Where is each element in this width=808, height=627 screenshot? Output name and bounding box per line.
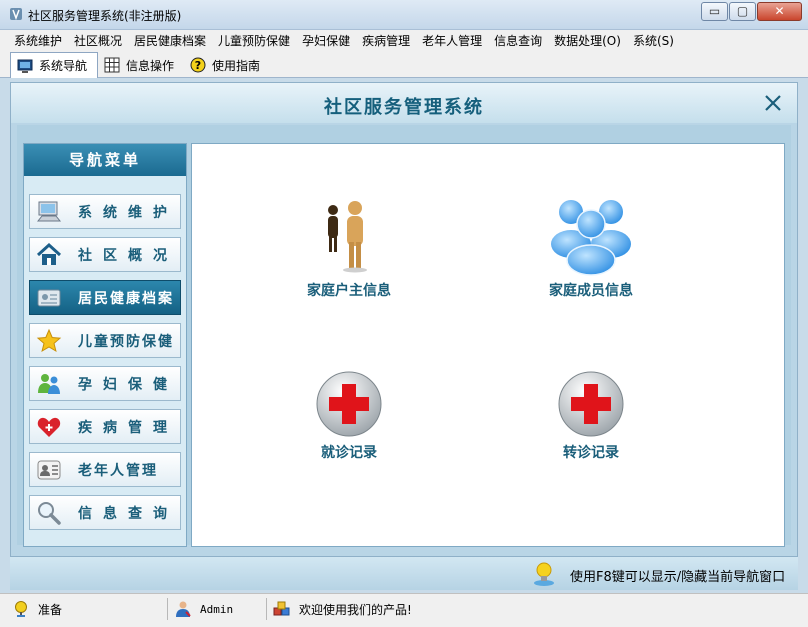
tab-user-guide[interactable]: ? 使用指南 [184,52,270,78]
status-separator [266,598,267,620]
star-icon [36,328,62,352]
menu-community-overview[interactable]: 社区概况 [68,30,128,50]
tab-info-operation[interactable]: 信息操作 [98,52,184,78]
hint-bar: 使用F8键可以显示/隐藏当前导航窗口 [10,556,798,590]
home-icon [36,242,62,265]
status-user-text: Admin [200,602,234,616]
menu-bar: 系统维护 社区概况 居民健康档案 儿童预防保健 孕妇保健 疾病管理 老年人管理 … [0,30,808,50]
maximize-button[interactable]: ▢ [729,2,756,21]
tile-householder-info[interactable]: 家庭户主信息 [274,196,424,300]
tile-visit-records[interactable]: 就诊记录 [274,370,424,462]
menu-maternal-care[interactable]: 孕妇保健 [296,30,356,50]
tile-label: 家庭成员信息 [549,283,633,299]
grid-icon [104,57,120,73]
bulb-pin-icon [15,601,27,617]
menu-disease-management[interactable]: 疾病管理 [356,30,416,50]
nav-item-info-query[interactable]: 信息查询 [29,495,181,530]
close-button[interactable]: ✕ [757,2,802,21]
people-icon [38,373,60,394]
status-state-text: 准备 [38,602,63,617]
nav-item-label: 社区概况 [78,247,178,264]
nav-item-label: 疾病管理 [78,419,178,436]
magnifier-icon [38,501,61,525]
nav-menu: 导航菜单 系统维护 社区概况 居民健康档案 儿童预防保健 孕妇保健 疾病管理 老… [23,143,187,547]
nav-item-label: 系统维护 [78,204,178,221]
computer-icon [36,201,62,221]
menu-child-care[interactable]: 儿童预防保健 [212,30,296,50]
nav-item-elderly-management[interactable]: 老年人管理 [29,452,181,487]
tile-label: 家庭户主信息 [307,283,391,299]
nav-item-community-overview[interactable]: 社区概况 [29,237,181,272]
menu-info-query[interactable]: 信息查询 [488,30,548,50]
nav-item-resident-health[interactable]: 居民健康档案 [29,280,181,315]
menu-system-maintenance[interactable]: 系统维护 [8,30,68,50]
tab-system-navigation[interactable]: 系统导航 [10,52,99,78]
householder-icon [328,201,367,273]
maximize-icon: ▢ [736,4,749,18]
panel-close-icon[interactable] [763,93,783,113]
nav-item-system-maintenance[interactable]: 系统维护 [29,194,181,229]
minimize-button[interactable]: ▭ [701,2,728,21]
nav-item-child-care[interactable]: 儿童预防保健 [29,323,181,358]
status-separator [167,598,168,620]
nav-item-label: 儿童预防保健 [78,333,174,350]
tab-label: 系统导航 [39,59,88,73]
status-bar: 准备 Admin 欢迎使用我们的产品! [0,593,808,627]
menu-system[interactable]: 系统(S) [627,30,680,50]
status-user: Admin [174,597,233,621]
status-message-text: 欢迎使用我们的产品! [299,602,412,617]
title-bar: 社区服务管理系统(非注册版) ▭ ▢ ✕ [0,0,808,30]
nav-menu-title: 导航菜单 [24,144,186,176]
nav-item-maternal-care[interactable]: 孕妇保健 [29,366,181,401]
help-icon: ? [190,57,206,73]
minimize-icon: ▭ [708,4,721,18]
nav-item-label: 居民健康档案 [78,290,174,307]
panel-title: 社区服务管理系统 [324,97,484,118]
hint-text: 使用F8键可以显示/隐藏当前导航窗口 [570,570,786,585]
menu-resident-health[interactable]: 居民健康档案 [128,30,212,50]
nav-item-label: 孕妇保健 [78,376,178,393]
contact-card-icon [37,460,61,479]
tile-family-members[interactable]: 家庭成员信息 [516,192,666,300]
menu-elderly-management[interactable]: 老年人管理 [416,30,488,50]
lightbulb-icon [534,562,554,586]
content-area: 家庭户主信息 家庭成员信息 就诊记录 转诊记录 [191,143,785,547]
tab-label: 信息操作 [126,58,175,73]
tab-label: 使用指南 [212,58,261,73]
nav-item-disease-management[interactable]: 疾病管理 [29,409,181,444]
svg-text:?: ? [195,59,201,72]
window-title: 社区服务管理系统(非注册版) [28,9,182,23]
close-icon: ✕ [774,4,785,18]
main-panel: 社区服务管理系统 导航菜单 系统维护 社区概况 居民健康档案 儿童预防保健 孕妇… [10,82,798,590]
status-state: 准备 [12,597,62,621]
nav-item-label: 信息查询 [78,505,178,522]
status-message: 欢迎使用我们的产品! [273,597,412,621]
app-icon [10,8,22,21]
red-cross-icon [316,371,382,437]
red-cross-icon [558,371,624,437]
id-card-icon [37,289,61,306]
menu-data-processing[interactable]: 数据处理(O) [548,30,627,50]
panel-header: 社区服务管理系统 [11,83,797,123]
user-icon [176,601,191,617]
boxes-icon [273,601,290,616]
family-members-icon [551,200,631,276]
tab-strip: 系统导航 信息操作 ? 使用指南 [0,50,808,78]
tile-label: 转诊记录 [563,445,619,461]
heart-plus-icon [37,417,61,437]
nav-item-label: 老年人管理 [78,462,158,479]
tile-label: 就诊记录 [321,445,377,461]
monitor-icon [17,59,33,73]
tile-referral-records[interactable]: 转诊记录 [516,370,666,462]
